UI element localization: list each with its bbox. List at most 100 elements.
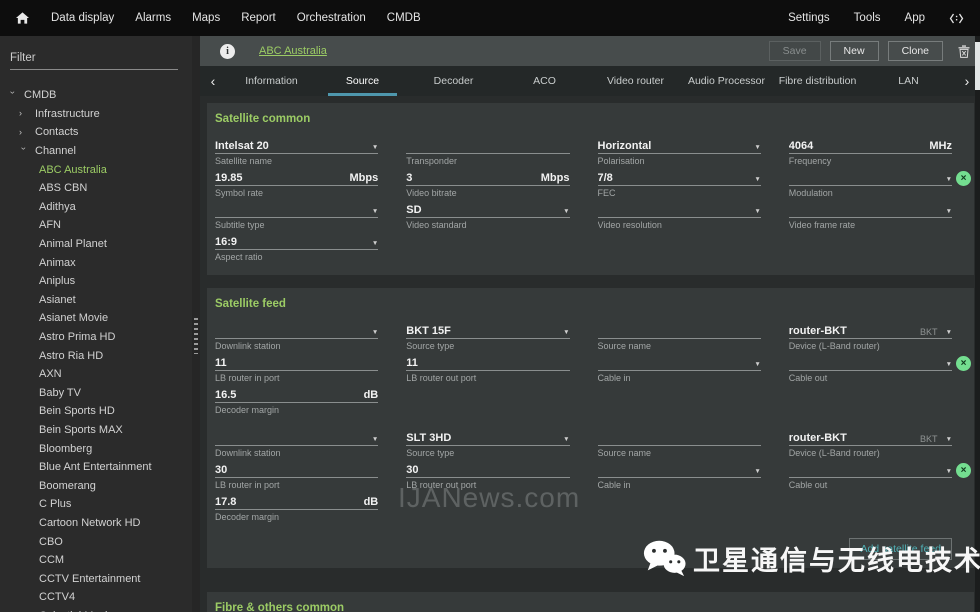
select-cable-in[interactable]: ▼ xyxy=(597,356,761,371)
select-satellite-name[interactable]: Intelsat 20 ▼ xyxy=(215,139,379,154)
channel-animax[interactable]: Animax xyxy=(0,253,192,272)
tab-decoder[interactable]: Decoder xyxy=(408,66,499,96)
tree-node-channel[interactable]: › Channel xyxy=(0,142,192,161)
input-decoder-margin[interactable]: 16.5 dB xyxy=(215,388,379,403)
select-cable-out[interactable]: ▼ xyxy=(788,356,952,371)
tab-audio-processor[interactable]: Audio Processor xyxy=(681,66,772,96)
input-frequency[interactable]: 4064 MHz xyxy=(788,139,952,154)
channel-cctv-entertainment[interactable]: CCTV Entertainment xyxy=(0,569,192,588)
divider-drag-handle[interactable] xyxy=(194,318,198,354)
select-aspect-ratio[interactable]: 16:9 ▼ xyxy=(215,235,379,250)
expand-icon[interactable] xyxy=(949,13,964,24)
channel-astro-ria-hd[interactable]: Astro Ria HD xyxy=(0,346,192,365)
channel-aniplus[interactable]: Aniplus xyxy=(0,272,192,291)
input-source-name[interactable] xyxy=(597,324,761,339)
select-cable-out[interactable]: ▼ xyxy=(788,463,952,478)
select-video-standard[interactable]: SD ▼ xyxy=(406,203,570,218)
app-root: { "app": { "topnav": { "items": ["Data d… xyxy=(0,0,980,612)
field-value xyxy=(789,204,938,216)
channel-bein-sports-hd[interactable]: Bein Sports HD xyxy=(0,402,192,421)
input-source-name[interactable] xyxy=(597,431,761,446)
save-button[interactable]: Save xyxy=(768,41,821,61)
add-satellite-feed-button[interactable]: Add satellite feed xyxy=(849,538,952,560)
select-source-type[interactable]: BKT 15F ▼ xyxy=(406,324,570,339)
input-video-bitrate[interactable]: 3 Mbps xyxy=(406,171,570,186)
select-cable-in[interactable]: ▼ xyxy=(597,463,761,478)
field-value: Horizontal xyxy=(597,140,652,152)
field-polarisation: Horizontal ▼ Polarisation xyxy=(597,139,761,166)
tab-information[interactable]: Information xyxy=(226,66,317,96)
select-modulation[interactable]: ▼ xyxy=(788,171,952,186)
input-transponder[interactable] xyxy=(406,139,570,154)
select-downlink-station[interactable]: ▼ xyxy=(215,431,379,446)
channel-baby-tv[interactable]: Baby TV xyxy=(0,384,192,403)
nav-orchestration[interactable]: Orchestration xyxy=(297,12,366,24)
channel-cartoon-network-hd[interactable]: Cartoon Network HD xyxy=(0,514,192,533)
remove-icon[interactable]: × xyxy=(956,171,971,186)
select-fec[interactable]: 7/8 ▼ xyxy=(597,171,761,186)
trash-icon[interactable] xyxy=(958,44,970,58)
channel-abs-cbn[interactable]: ABS CBN xyxy=(0,179,192,198)
home-icon[interactable] xyxy=(16,12,29,24)
select-polarisation[interactable]: Horizontal ▼ xyxy=(597,139,761,154)
filter-input[interactable] xyxy=(10,49,178,70)
channel-animal-planet[interactable]: Animal Planet xyxy=(0,235,192,254)
select-video-frame-rate[interactable]: ▼ xyxy=(788,203,952,218)
pane-divider xyxy=(192,36,200,612)
new-button[interactable]: New xyxy=(829,41,879,61)
nav-data-display[interactable]: Data display xyxy=(51,12,114,24)
tree-node-cmdb[interactable]: › CMDB xyxy=(0,86,192,105)
nav-alarms[interactable]: Alarms xyxy=(135,12,171,24)
tab-aco[interactable]: ACO xyxy=(499,66,590,96)
channel-astro-prima-hd[interactable]: Astro Prima HD xyxy=(0,328,192,347)
channel-blue-ant-entertainment[interactable]: Blue Ant Entertainment xyxy=(0,458,192,477)
tab-video-router[interactable]: Video router xyxy=(590,66,681,96)
field-row: ▼ Subtitle type SD ▼ Video standard ▼ Video r… xyxy=(215,203,952,230)
tree-node-contacts[interactable]: › Contacts xyxy=(0,123,192,142)
channel-asianet[interactable]: Asianet xyxy=(0,291,192,310)
channel-cctv4[interactable]: CCTV4 xyxy=(0,588,192,607)
input-lb-router-in-port[interactable]: 30 xyxy=(215,463,379,478)
nav-app[interactable]: App xyxy=(905,12,925,24)
nav-settings[interactable]: Settings xyxy=(788,12,830,24)
tab-source[interactable]: Source xyxy=(317,66,408,96)
channel-ccm[interactable]: CCM xyxy=(0,551,192,570)
clone-button[interactable]: Clone xyxy=(887,41,943,61)
input-lb-router-in-port[interactable]: 11 xyxy=(215,356,379,371)
input-symbol-rate[interactable]: 19.85 Mbps xyxy=(215,171,379,186)
channel-bein-sports-max[interactable]: Bein Sports MAX xyxy=(0,421,192,440)
input-decoder-margin[interactable]: 17.8 dB xyxy=(215,495,379,510)
entity-link[interactable]: ABC Australia xyxy=(259,45,327,57)
tabs-scroll-left[interactable]: ‹ xyxy=(200,66,226,96)
nav-maps[interactable]: Maps xyxy=(192,12,220,24)
field-label: Cable out xyxy=(788,373,828,383)
channel-bloomberg[interactable]: Bloomberg xyxy=(0,439,192,458)
info-icon[interactable]: i xyxy=(220,43,235,59)
nav-report[interactable]: Report xyxy=(241,12,276,24)
input-lb-router-out-port[interactable]: 30 xyxy=(406,463,570,478)
select-device-l-band-router[interactable]: router-BKT BKT ▼ xyxy=(788,431,952,446)
input-lb-router-out-port[interactable]: 11 xyxy=(406,356,570,371)
channel-axn[interactable]: AXN xyxy=(0,365,192,384)
scrollbar-thumb[interactable] xyxy=(975,42,980,90)
remove-icon[interactable]: × xyxy=(956,463,971,478)
nav-tools[interactable]: Tools xyxy=(854,12,881,24)
channel-afn[interactable]: AFN xyxy=(0,216,192,235)
select-downlink-station[interactable]: ▼ xyxy=(215,324,379,339)
nav-cmdb[interactable]: CMDB xyxy=(387,12,421,24)
select-subtitle-type[interactable]: ▼ xyxy=(215,203,379,218)
channel-abc-australia[interactable]: ABC Australia xyxy=(0,160,192,179)
channel-adithya[interactable]: Adithya xyxy=(0,198,192,217)
channel-asianet-movie[interactable]: Asianet Movie xyxy=(0,309,192,328)
tree-node-infrastructure[interactable]: › Infrastructure xyxy=(0,105,192,124)
channel-cbo[interactable]: CBO xyxy=(0,532,192,551)
select-source-type[interactable]: SLT 3HD ▼ xyxy=(406,431,570,446)
remove-icon[interactable]: × xyxy=(956,356,971,371)
select-device-l-band-router[interactable]: router-BKT BKT ▼ xyxy=(788,324,952,339)
tab-lan[interactable]: LAN xyxy=(863,66,954,96)
tab-fibre-distribution[interactable]: Fibre distribution xyxy=(772,66,863,96)
channel-boomerang[interactable]: Boomerang xyxy=(0,476,192,495)
channel-celestial-movie[interactable]: Celestial Movie xyxy=(0,607,192,612)
channel-c-plus[interactable]: C Plus xyxy=(0,495,192,514)
select-video-resolution[interactable]: ▼ xyxy=(597,203,761,218)
